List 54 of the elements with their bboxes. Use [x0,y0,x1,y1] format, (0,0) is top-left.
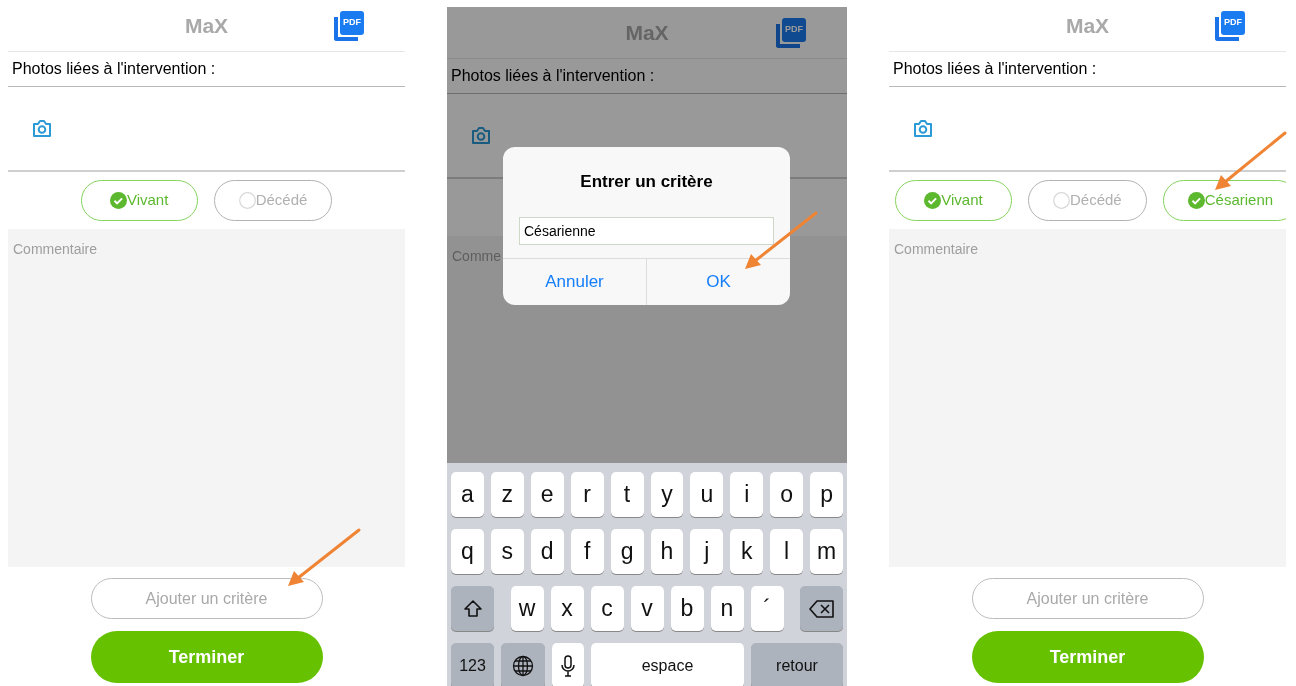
keyboard-key[interactable]: g [610,529,644,574]
criterion-input[interactable]: Césarienne [519,216,774,245]
keyboard-key[interactable]: m [810,529,844,574]
keyboard-key[interactable]: j [690,529,724,574]
globe-key[interactable] [501,643,545,686]
camera-icon[interactable] [913,120,933,137]
keyboard-key[interactable]: t [610,472,644,517]
return-key[interactable]: retour [751,643,843,686]
backspace-key[interactable] [800,586,843,631]
keyboard-key[interactable]: w [510,586,544,631]
check-circle-icon [924,192,942,209]
app-title: MaX [184,12,229,39]
keyboard-key[interactable]: k [730,529,764,574]
keyboard-key[interactable]: c [590,586,624,631]
keyboard-key[interactable]: h [650,529,684,574]
shift-icon [462,598,483,619]
keyboard-key[interactable]: s [490,529,524,574]
app-title: MaX [1065,12,1110,39]
globe-icon [512,654,534,677]
keyboard-key[interactable]: a [450,472,484,517]
microphone-icon [561,654,575,677]
photos-label: Photos liées à l'intervention : [893,59,1097,79]
keyboard-key[interactable]: r [570,472,604,517]
microphone-key[interactable] [552,643,584,686]
keyboard-key[interactable]: ´ [750,586,784,631]
keyboard-key[interactable]: v [630,586,664,631]
keyboard-key[interactable]: q [450,529,484,574]
shift-key[interactable] [451,586,494,631]
keyboard-key[interactable]: p [810,472,844,517]
keyboard-key[interactable]: y [650,472,684,517]
camera-icon[interactable] [32,120,52,137]
check-circle-icon [109,192,127,209]
keyboard-key[interactable]: x [550,586,584,631]
keyboard-key[interactable]: d [530,529,564,574]
photos-label: Photos liées à l'intervention : [451,66,655,86]
keyboard-key[interactable]: b [670,586,704,631]
keyboard-key[interactable]: f [570,529,604,574]
check-circle-icon [1187,192,1205,209]
empty-circle-icon [238,192,256,209]
camera-icon[interactable] [471,127,491,144]
keyboard-key[interactable]: e [530,472,564,517]
backspace-icon [808,599,835,618]
photos-label: Photos liées à l'intervention : [12,59,216,79]
empty-circle-icon [1053,192,1070,209]
dialog-title: Entrer un critère [579,171,714,193]
keyboard-key[interactable]: z [490,472,524,517]
keyboard-key[interactable]: n [710,586,744,631]
keyboard-key[interactable]: u [690,472,724,517]
space-key[interactable]: espace [591,643,744,686]
keyboard-key[interactable]: i [730,472,764,517]
keyboard-key[interactable]: l [770,529,804,574]
keyboard-key[interactable]: o [770,472,804,517]
dialog-button[interactable]: Annuler [503,258,646,305]
numbers-key[interactable]: 123 [451,643,494,686]
